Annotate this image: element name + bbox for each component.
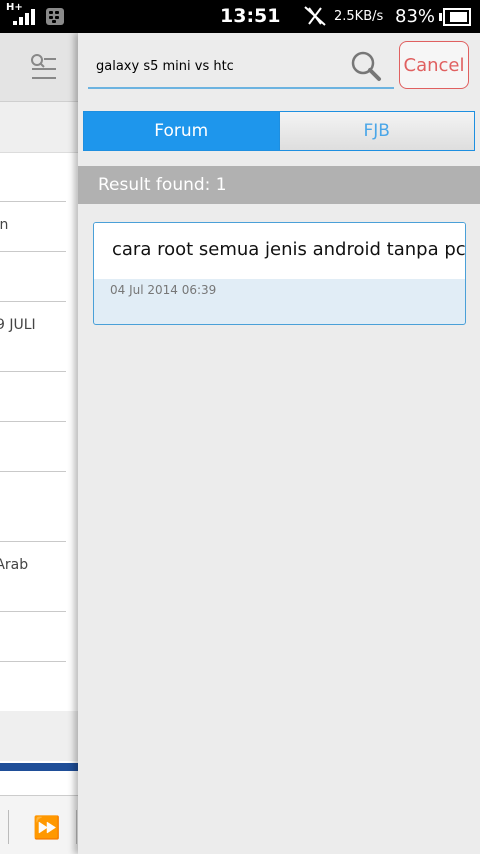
tab-forum[interactable]: Forum — [84, 112, 279, 150]
bbm-icon — [46, 8, 64, 25]
background-list-item-text: n Arab — [0, 557, 29, 573]
background-list-item-text: gan — [0, 217, 9, 233]
cancel-button[interactable]: Cancel — [399, 41, 469, 89]
background-list-panel: gan A 9 JULI aIG n Arab ⏩ — [0, 33, 78, 854]
battery-icon — [439, 8, 471, 26]
background-bottom-bar: ⏩ — [0, 795, 78, 854]
tab-fjb[interactable]: FJB — [278, 112, 474, 150]
menu-search-icon[interactable] — [28, 53, 58, 81]
background-footer — [0, 711, 78, 761]
background-subheader — [0, 102, 78, 153]
search-icon[interactable] — [350, 50, 382, 82]
search-panel: Cancel Forum FJB Result found: 1 cara ro… — [78, 33, 480, 854]
result-date: 04 Jul 2014 06:39 — [110, 283, 217, 297]
result-item[interactable]: cara root semua jenis android tanpa pc 0… — [93, 222, 466, 325]
result-count: Result found: 1 — [78, 166, 480, 204]
background-list-item — [0, 662, 66, 712]
background-list-item — [0, 152, 66, 202]
background-list-item: IG — [0, 472, 66, 542]
background-list-item: gan — [0, 202, 66, 252]
network-speed: 2.5KB/s — [334, 9, 384, 24]
result-title-area: cara root semua jenis android tanpa pc — [94, 223, 465, 279]
result-title: cara root semua jenis android tanpa pc — [112, 239, 466, 260]
background-banner — [0, 763, 78, 771]
background-list-item — [0, 252, 66, 302]
signal-icon — [13, 9, 35, 25]
background-list-item: A 9 JULI — [0, 302, 66, 372]
divider — [76, 810, 77, 844]
background-list-item: n Arab — [0, 542, 66, 612]
mute-icon — [304, 6, 326, 26]
search-tabs: Forum FJB — [83, 111, 475, 151]
clock: 13:51 — [220, 5, 281, 27]
divider — [8, 810, 9, 844]
search-input[interactable] — [88, 45, 394, 89]
background-header — [0, 33, 78, 102]
background-list-item-text: A 9 JULI — [0, 317, 36, 333]
battery-percent: 83% — [395, 6, 436, 27]
background-list-item: a — [0, 422, 66, 472]
background-list-item — [0, 612, 66, 662]
background-list-item — [0, 372, 66, 422]
fast-forward-icon[interactable]: ⏩ — [33, 816, 60, 841]
status-bar: H+ 13:51 2.5KB/s 83% — [0, 0, 480, 33]
